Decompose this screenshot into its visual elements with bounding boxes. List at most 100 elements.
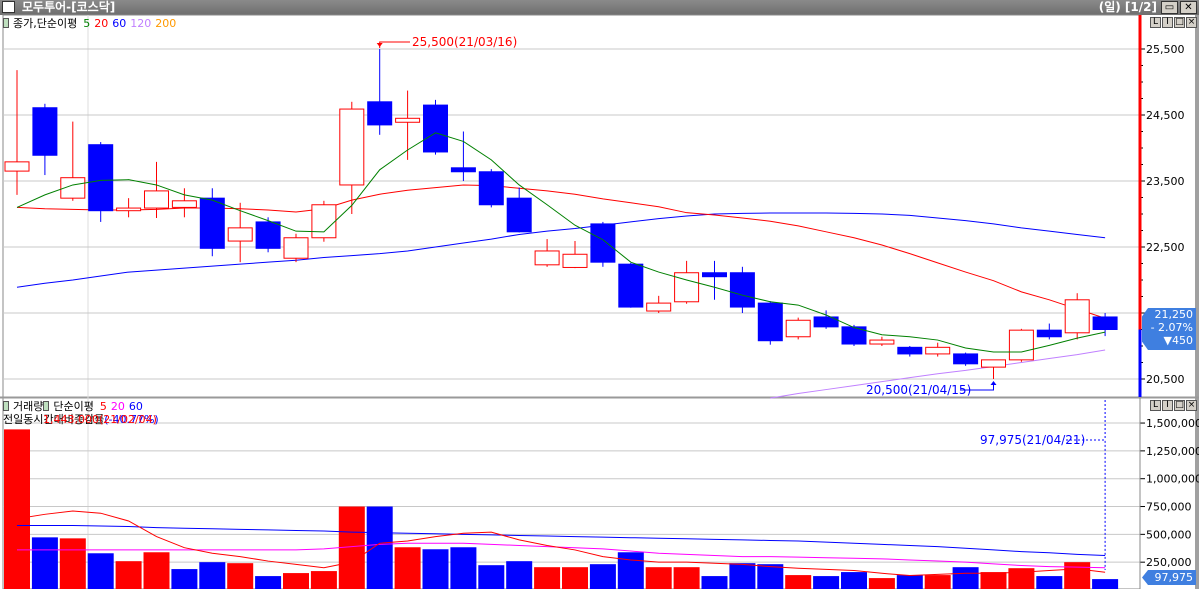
candle-body: [116, 207, 142, 212]
volume-tick-label: 250,000: [1146, 556, 1192, 569]
candle-body: [255, 221, 281, 249]
close-panel-button[interactable]: ×: [1186, 400, 1197, 411]
ma-label-60[interactable]: 60: [129, 400, 143, 413]
restore-panel-button[interactable]: □: [1174, 400, 1185, 411]
ma-label-5[interactable]: 5: [100, 400, 107, 413]
restore-panel-button[interactable]: □: [1174, 17, 1185, 28]
candle-body: [897, 346, 923, 355]
ma-label-5[interactable]: 5: [83, 17, 90, 30]
current-volume-label: 97,975: [1142, 570, 1196, 585]
ma-label-200[interactable]: 200: [155, 17, 176, 30]
price-legend: 종가,단순이평 5 20 60 120 200: [3, 17, 184, 30]
candle-body: [311, 204, 337, 239]
volume-bar: [199, 562, 226, 589]
candle: [255, 217, 281, 253]
maximize-panel-button[interactable]: I: [1162, 400, 1173, 411]
legend-marker-icon: [43, 401, 50, 411]
candle-body: [618, 263, 644, 308]
candle-body: [450, 167, 476, 173]
chart-canvas: 25,50024,50023,50022,50021,50020,5001,50…: [0, 14, 1199, 589]
candle-body: [869, 339, 895, 345]
volume-legend: 거래량 단순이평 5 20 60: [3, 400, 151, 413]
volume-bar: [729, 563, 756, 589]
volume-bar: [813, 576, 840, 589]
volume-bar: [506, 561, 533, 589]
volume-bar: [868, 578, 895, 589]
candle: [1064, 293, 1090, 340]
legend-marker-icon: [3, 401, 9, 411]
volume-bar: [422, 549, 449, 589]
candle-body: [757, 302, 783, 342]
candle-body: [144, 190, 169, 209]
ma-label-120[interactable]: 120: [130, 17, 151, 30]
volume-bar: [171, 569, 198, 589]
volume-bar: [896, 575, 923, 589]
volume-bar: [87, 553, 114, 589]
candle-body: [925, 346, 951, 355]
volume-bar: [589, 564, 616, 589]
ma-label-60[interactable]: 60: [112, 17, 126, 30]
candle: [785, 317, 811, 340]
candle-body: [32, 107, 58, 156]
change-percent: - 2.07%: [1150, 321, 1193, 334]
high-annotation: 25,500(21/03/16): [412, 35, 517, 49]
change-amount: ▼450: [1163, 334, 1193, 347]
price-legend-title: 종가,단순이평: [13, 17, 78, 30]
minimize-panel-button[interactable]: L: [1150, 17, 1161, 28]
volume-bar: [673, 567, 700, 589]
volume-bar: [1064, 562, 1091, 589]
candle-body: [395, 117, 421, 123]
candle-body: [4, 161, 30, 172]
volume-bar: [1036, 576, 1063, 589]
volume-bar: [617, 552, 644, 589]
volume-bar: [478, 565, 505, 589]
candle-body: [227, 227, 253, 242]
volume-tick-label: 1,500,000: [1146, 417, 1199, 430]
volume-bar: [366, 506, 393, 589]
candle-body: [785, 319, 811, 338]
ma-label-20[interactable]: 20: [111, 400, 125, 413]
volume-bar: [980, 572, 1007, 589]
minimize-panel-button[interactable]: L: [1150, 400, 1161, 411]
candle-body: [729, 272, 755, 308]
volume-bar: [701, 576, 728, 589]
volume-bar: [59, 538, 86, 589]
candle: [423, 99, 448, 155]
candle-body: [1092, 316, 1118, 330]
volume-tick-label: 500,000: [1146, 528, 1192, 541]
current-price: 21,250: [1154, 308, 1194, 321]
candle-body: [478, 171, 504, 206]
volume-bar: [534, 567, 561, 589]
close-panel-button[interactable]: ×: [1186, 17, 1197, 28]
volume-bar: [1092, 579, 1119, 589]
maximize-panel-button[interactable]: I: [1162, 17, 1173, 28]
right-scrollbar[interactable]: [1195, 15, 1199, 589]
volume-bar: [952, 567, 979, 589]
candle-body: [981, 359, 1006, 368]
volume-bar: [143, 552, 170, 589]
volume-bar: [310, 571, 337, 589]
candle: [478, 169, 504, 208]
legend-marker-icon: [3, 18, 9, 28]
candle-body: [646, 302, 672, 312]
candle-body: [702, 272, 727, 278]
candle-body: [590, 223, 616, 263]
volume-bar: [924, 575, 951, 589]
candle-body: [423, 104, 448, 153]
candle-body: [562, 253, 588, 268]
ma-label-20[interactable]: 20: [94, 17, 108, 30]
candle-body: [1064, 299, 1090, 334]
candle-body: [367, 101, 393, 126]
volume-bar: [841, 572, 867, 589]
candle: [1008, 328, 1034, 362]
volume-bar: [283, 573, 309, 589]
current-volume: 97,975: [1154, 571, 1194, 584]
max-volume-overlay: 1,443,000(21/02/04): [43, 413, 157, 426]
volume-bar: [227, 563, 254, 589]
volume-bar: [255, 576, 282, 589]
candle-body: [1008, 329, 1034, 361]
volume-annotation: 97,975(21/04/21): [980, 433, 1085, 447]
volume-bar: [4, 429, 30, 589]
candle-body: [171, 200, 197, 208]
candle-body: [88, 144, 114, 212]
